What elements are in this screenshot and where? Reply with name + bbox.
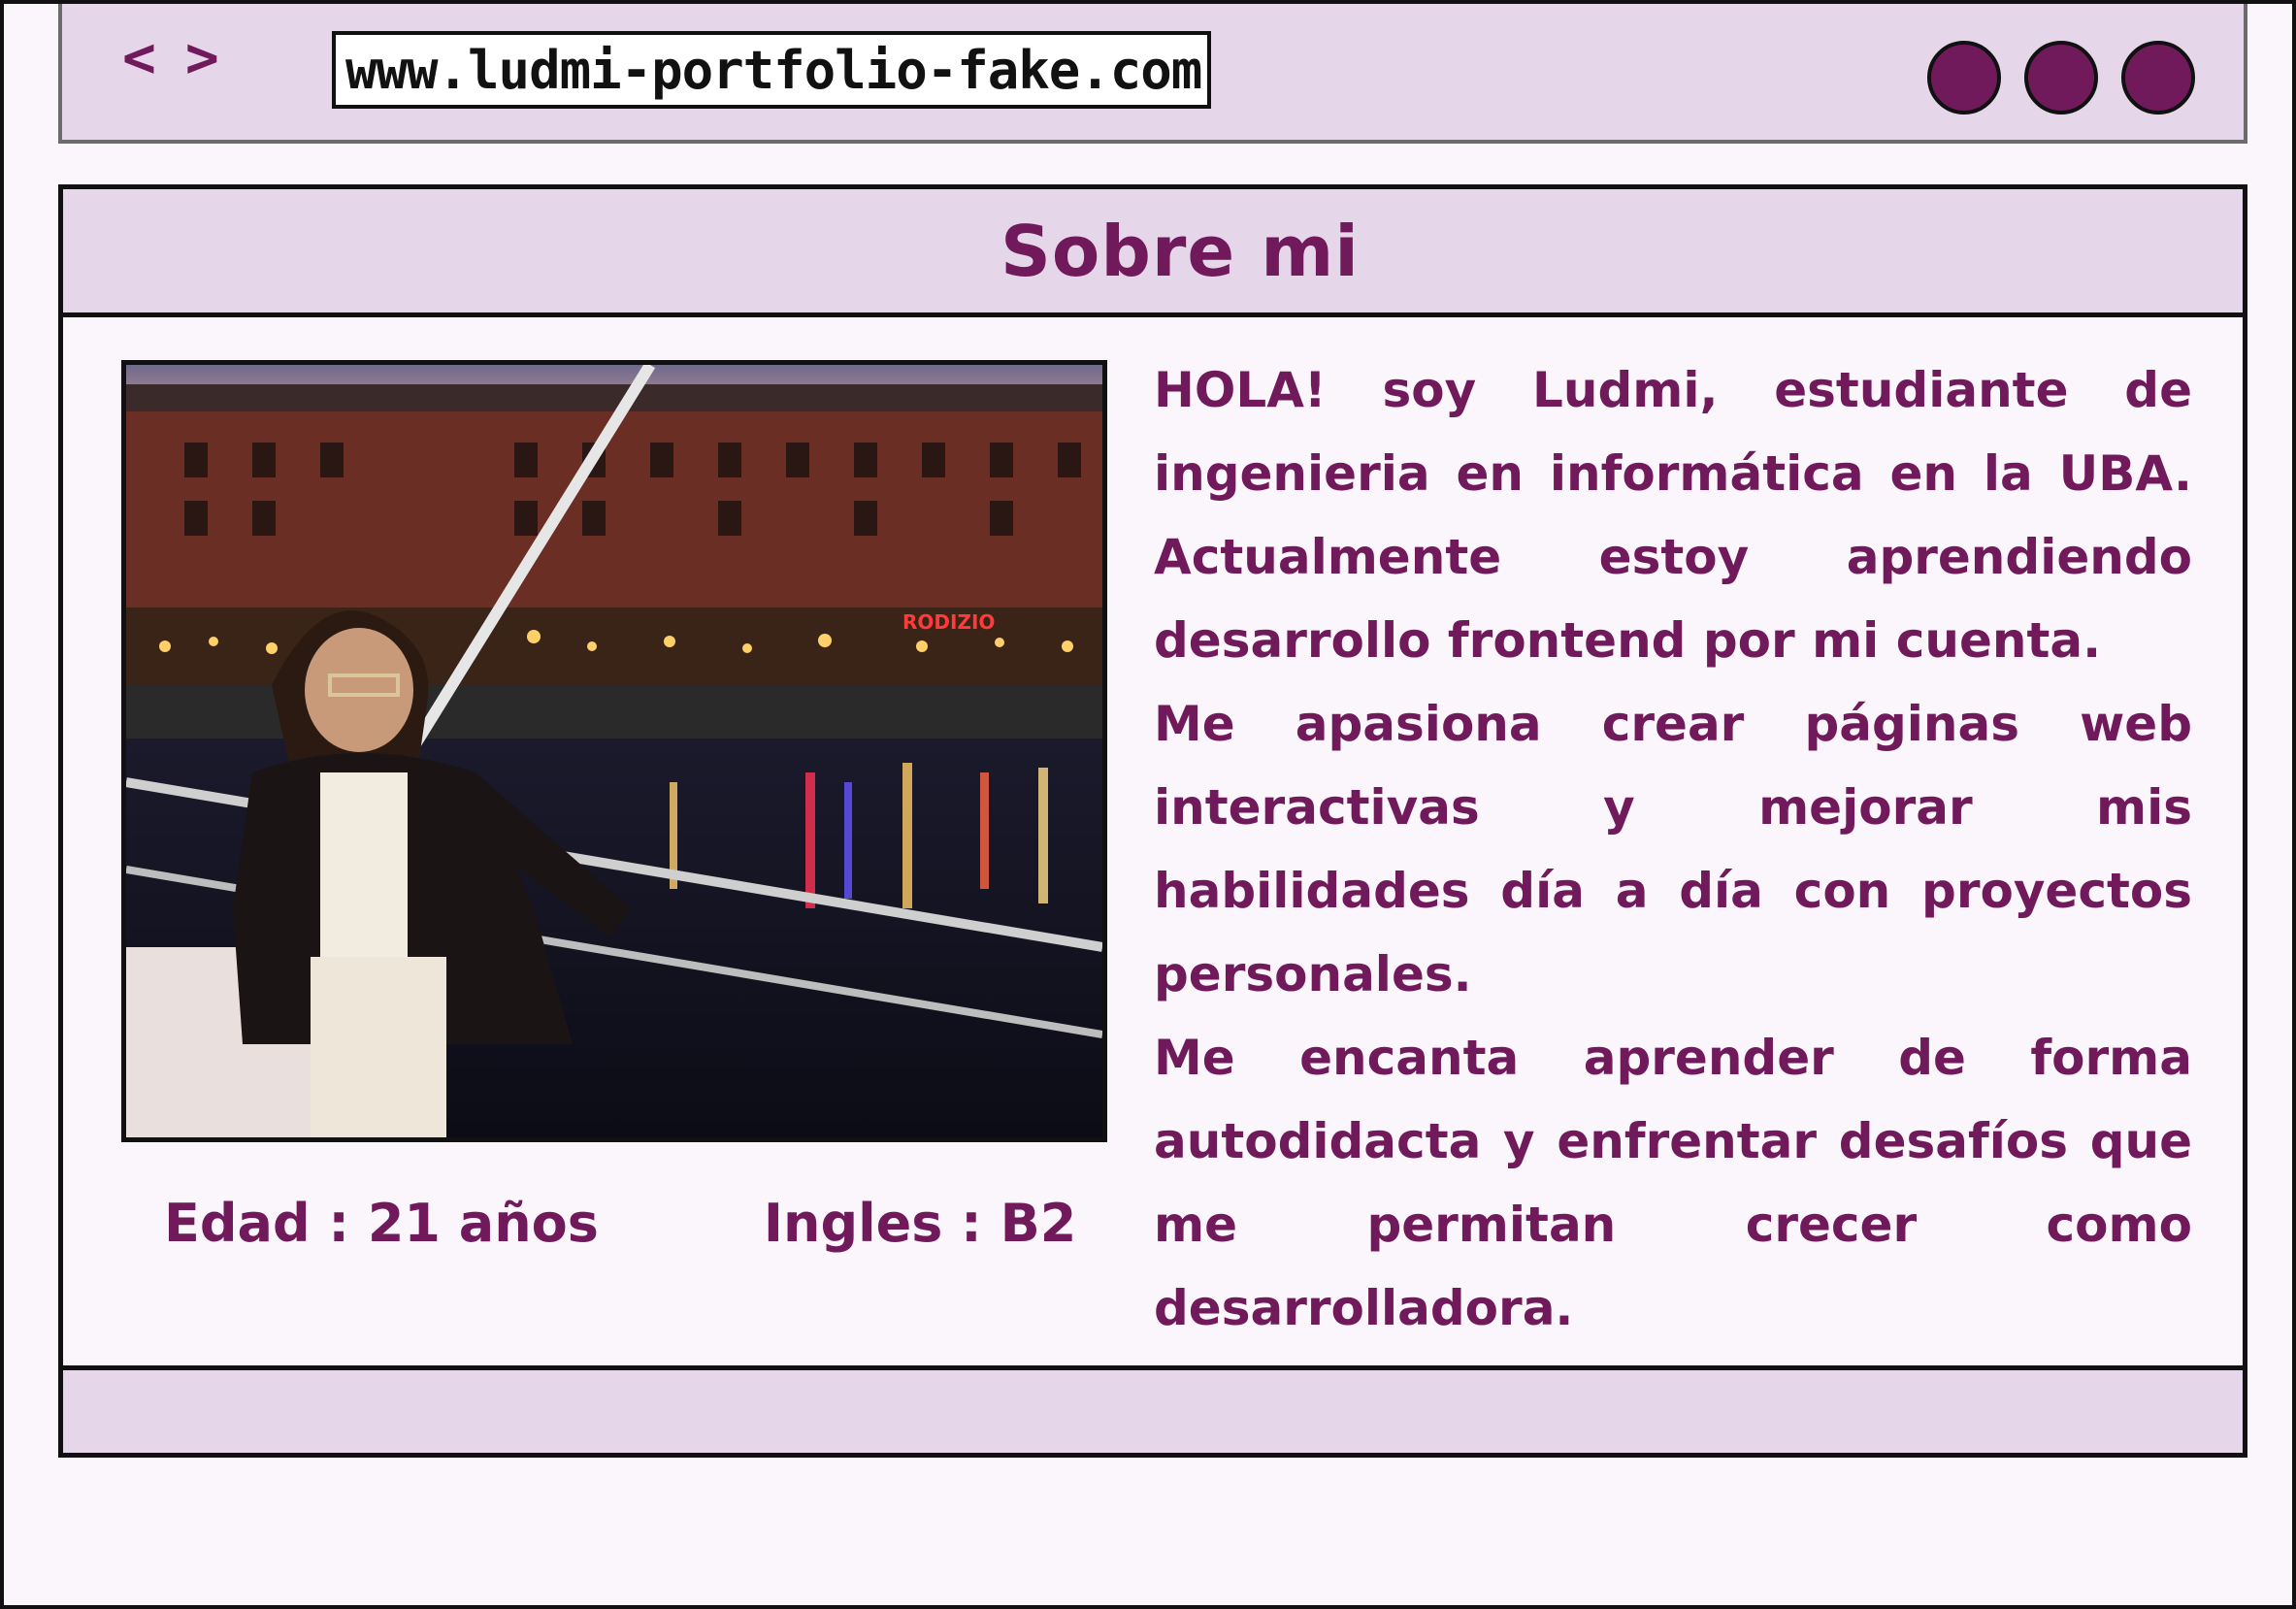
forward-arrow-icon[interactable]: >: [185, 29, 219, 85]
back-arrow-icon[interactable]: <: [122, 29, 156, 85]
window-control-dot[interactable]: [2121, 41, 2195, 115]
about-paragraph: Me encanta aprender de forma autodidacta…: [1154, 1030, 2192, 1336]
about-card: Sobre mi RODIZIO Edad: 21 años Ingles:…: [58, 184, 2247, 1458]
profile-photo: RODIZIO: [121, 360, 1107, 1142]
card-header: Sobre mi: [63, 189, 2243, 317]
about-paragraph: Me apasiona crear páginas web interactiv…: [1154, 696, 2192, 1002]
url-bar[interactable]: www.ludmi-portfolio-fake.com: [332, 31, 1211, 109]
about-paragraph: HOLA! soy Ludmi, estudiante de ingenieri…: [1154, 362, 2192, 669]
nav-arrows: < >: [122, 29, 219, 85]
photo-illustration: RODIZIO: [126, 365, 1102, 1137]
browser-bar: < > www.ludmi-portfolio-fake.com: [58, 4, 2247, 144]
photo-sign: RODIZIO: [902, 610, 995, 634]
card-footer: [63, 1365, 2243, 1453]
stats-row: Edad : 21 años Ingles : B2: [164, 1193, 1076, 1254]
age-stat: Edad : 21 años: [164, 1193, 599, 1254]
english-level-stat: Ingles : B2: [763, 1193, 1077, 1254]
window-control-dot[interactable]: [1927, 41, 2001, 115]
about-text: HOLA! soy Ludmi, estudiante de ingenieri…: [1154, 348, 2192, 1350]
section-title: Sobre mi: [1000, 210, 1360, 292]
window-control-dot[interactable]: [2024, 41, 2098, 115]
window-controls: [1927, 41, 2195, 115]
